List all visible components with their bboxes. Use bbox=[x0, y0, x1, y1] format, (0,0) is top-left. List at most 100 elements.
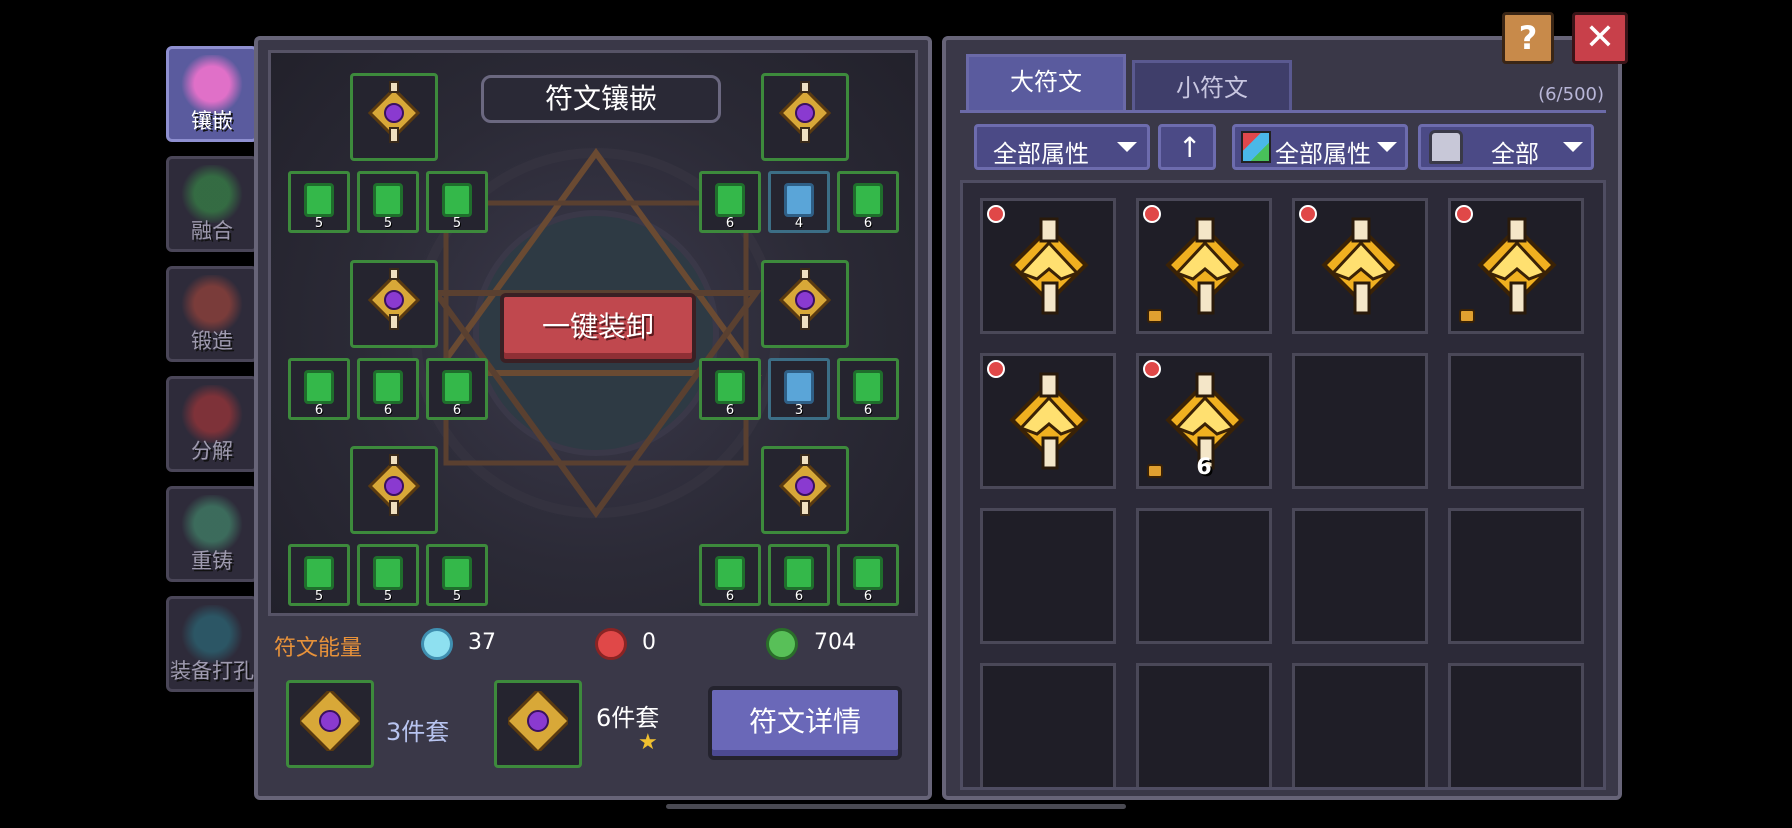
big-rune-slot[interactable] bbox=[761, 73, 849, 161]
small-rune-slot[interactable]: 6 bbox=[768, 544, 830, 606]
inventory-rune-item[interactable] bbox=[1448, 198, 1584, 334]
green-rune-icon bbox=[304, 183, 334, 217]
side-tab-label: 分解 bbox=[191, 439, 233, 463]
green-rune-icon bbox=[853, 183, 883, 217]
small-rune-slot[interactable]: 6 bbox=[837, 171, 899, 233]
side-tab-label: 镶嵌 bbox=[191, 109, 233, 133]
small-rune-slot[interactable]: 3 bbox=[768, 358, 830, 420]
inventory-rune-item[interactable] bbox=[1136, 198, 1272, 334]
element-filter-label: 全部属性 bbox=[1275, 140, 1371, 168]
help-button[interactable]: ? bbox=[1502, 12, 1554, 64]
rune-level: 6 bbox=[725, 589, 735, 604]
small-rune-slot[interactable]: 6 bbox=[357, 358, 419, 420]
rune-inventory-panel: 大符文 小符文 (6/500) 全部属性 ↑ 全部属性 全部 6 bbox=[942, 36, 1622, 800]
unequip-all-button[interactable]: 一键装卸 bbox=[500, 293, 696, 363]
energy-label: 符文能量 bbox=[274, 636, 363, 661]
inventory-empty-slot[interactable] bbox=[1448, 508, 1584, 644]
small-rune-slot[interactable]: 4 bbox=[768, 171, 830, 233]
small-rune-slot[interactable]: 6 bbox=[699, 544, 761, 606]
small-rune-slot[interactable]: 6 bbox=[288, 358, 350, 420]
small-rune-slot[interactable]: 5 bbox=[288, 544, 350, 606]
rune-level: 6 bbox=[863, 589, 873, 604]
gold-rune-icon bbox=[1009, 372, 1089, 470]
attribute-filter-dropdown[interactable]: 全部属性 bbox=[974, 124, 1150, 170]
big-rune-slot[interactable] bbox=[350, 73, 438, 161]
star-icon: ★ bbox=[638, 730, 658, 755]
set-3-label: 3件套 bbox=[386, 718, 450, 746]
inventory-rune-item[interactable]: 6 bbox=[1136, 353, 1272, 489]
purple-rune-icon bbox=[364, 453, 424, 521]
blue-rune-icon bbox=[784, 183, 814, 217]
green-leaf-icon bbox=[766, 628, 798, 660]
purple-rune-icon bbox=[300, 690, 360, 751]
green-rune-icon bbox=[715, 556, 745, 590]
close-button[interactable]: ✕ bbox=[1572, 12, 1628, 64]
gold-rune-icon bbox=[1321, 217, 1401, 315]
green-rune-icon bbox=[715, 183, 745, 217]
inventory-rune-item[interactable] bbox=[980, 198, 1116, 334]
hero-filter-dropdown[interactable]: 全部 bbox=[1418, 124, 1594, 170]
blue-crystal-icon bbox=[421, 628, 453, 660]
rune-level: 3 bbox=[794, 403, 804, 418]
tab-small-rune[interactable]: 小符文 bbox=[1132, 60, 1292, 110]
energy-red-value: 0 bbox=[642, 630, 656, 655]
small-rune-slot[interactable]: 5 bbox=[288, 171, 350, 233]
big-rune-slot[interactable] bbox=[350, 446, 438, 534]
big-rune-slot[interactable] bbox=[761, 446, 849, 534]
small-rune-slot[interactable]: 6 bbox=[837, 544, 899, 606]
inventory-empty-slot[interactable] bbox=[980, 663, 1116, 787]
inventory-rune-item[interactable] bbox=[1292, 198, 1428, 334]
small-rune-slot[interactable]: 5 bbox=[357, 171, 419, 233]
tab-big-rune[interactable]: 大符文 bbox=[966, 54, 1126, 110]
green-rune-icon bbox=[442, 370, 472, 404]
rune-level: 6 bbox=[314, 403, 324, 418]
inventory-empty-slot[interactable] bbox=[1292, 663, 1428, 787]
inventory-rune-item[interactable] bbox=[980, 353, 1116, 489]
small-rune-slot[interactable]: 6 bbox=[699, 358, 761, 420]
inventory-empty-slot[interactable] bbox=[1448, 663, 1584, 787]
purple-rune-icon bbox=[775, 453, 835, 521]
element-color-icon bbox=[1241, 131, 1271, 163]
energy-blue-value: 37 bbox=[468, 630, 496, 655]
inventory-empty-slot[interactable] bbox=[1136, 663, 1272, 787]
inventory-empty-slot[interactable] bbox=[1292, 353, 1428, 489]
gold-rune-icon bbox=[1165, 217, 1245, 315]
side-tab-forge[interactable]: 锻造 bbox=[166, 266, 258, 362]
inventory-empty-slot[interactable] bbox=[1136, 508, 1272, 644]
rune-item-level: 6 bbox=[1196, 455, 1212, 480]
small-rune-slot[interactable]: 6 bbox=[699, 171, 761, 233]
side-tab-decompose[interactable]: 分解 bbox=[166, 376, 258, 472]
rune-level: 6 bbox=[794, 589, 804, 604]
side-tab-inlay[interactable]: 镶嵌 bbox=[166, 46, 258, 142]
element-filter-dropdown[interactable]: 全部属性 bbox=[1232, 124, 1408, 170]
set-3-slot[interactable] bbox=[286, 680, 374, 768]
side-tab-socket[interactable]: 装备打孔 bbox=[166, 596, 258, 692]
attribute-filter-label: 全部属性 bbox=[993, 140, 1089, 168]
rune-details-label: 符文详情 bbox=[748, 705, 861, 738]
inventory-empty-slot[interactable] bbox=[1292, 508, 1428, 644]
side-tab-reforge[interactable]: 重铸 bbox=[166, 486, 258, 582]
small-rune-slot[interactable]: 6 bbox=[837, 358, 899, 420]
inventory-empty-slot[interactable] bbox=[1448, 353, 1584, 489]
inventory-empty-slot[interactable] bbox=[980, 508, 1116, 644]
arrow-up-icon: ↑ bbox=[1178, 131, 1202, 164]
rune-level: 5 bbox=[452, 589, 462, 604]
rune-level: 6 bbox=[863, 216, 873, 231]
rune-level: 5 bbox=[314, 216, 324, 231]
small-rune-slot[interactable]: 6 bbox=[426, 358, 488, 420]
small-rune-slot[interactable]: 5 bbox=[357, 544, 419, 606]
sort-order-button[interactable]: ↑ bbox=[1158, 124, 1216, 170]
small-rune-slot[interactable]: 5 bbox=[426, 544, 488, 606]
green-rune-icon bbox=[784, 556, 814, 590]
purple-rune-icon bbox=[364, 80, 424, 148]
side-tab-fusion[interactable]: 融合 bbox=[166, 156, 258, 252]
small-rune-slot[interactable]: 5 bbox=[426, 171, 488, 233]
big-rune-slot[interactable] bbox=[761, 260, 849, 348]
hero-filter-label: 全部 bbox=[1491, 140, 1539, 168]
big-rune-slot[interactable] bbox=[350, 260, 438, 348]
set-6-slot[interactable] bbox=[494, 680, 582, 768]
lock-icon bbox=[1459, 309, 1475, 323]
rune-details-button[interactable]: 符文详情 bbox=[708, 686, 902, 760]
green-rune-icon bbox=[304, 556, 334, 590]
side-tab-label: 锻造 bbox=[191, 329, 233, 353]
